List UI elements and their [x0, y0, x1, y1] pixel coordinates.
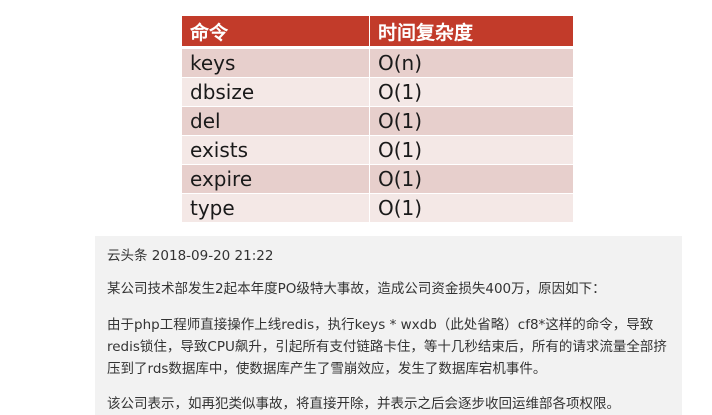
article-source: 云头条 — [107, 248, 148, 264]
command-cell: type — [181, 193, 370, 223]
command-cell: dbsize — [181, 77, 370, 107]
article-meta: 云头条 2018-09-20 21:22 — [107, 244, 273, 264]
complexity-cell: O(1) — [369, 77, 574, 107]
article-paragraph-3: 该公司表示，如再犯类似事故，将直接开除，并表示之后会逐步收回运维部各项权限。 — [107, 396, 620, 412]
article-paragraph-2: 由于php工程师直接操作上线redis，执行keys * wxdb（此处省略）c… — [107, 317, 667, 377]
news-article-excerpt: 云头条 2018-09-20 21:22 某公司技术部发生2起本年度PO级特大事… — [95, 236, 682, 415]
table-row: keys O(n) — [181, 47, 574, 78]
command-cell: expire — [181, 164, 370, 194]
command-cell: del — [181, 106, 370, 136]
command-cell: keys — [181, 47, 370, 78]
redis-command-complexity-table: 命令 时间复杂度 keys O(n) dbsize O(1) del O(1) … — [181, 15, 574, 223]
header-command: 命令 — [181, 15, 370, 49]
command-cell: exists — [181, 135, 370, 165]
table-header-row: 命令 时间复杂度 — [181, 15, 574, 49]
complexity-cell: O(1) — [369, 193, 574, 223]
article-paragraph-1: 某公司技术部发生2起本年度PO级特大事故，造成公司资金损失400万，原因如下： — [107, 281, 606, 297]
complexity-cell: O(1) — [369, 164, 574, 194]
table-row: type O(1) — [181, 193, 574, 223]
table-row: del O(1) — [181, 106, 574, 136]
table-row: dbsize O(1) — [181, 77, 574, 107]
header-time-complexity: 时间复杂度 — [369, 15, 574, 49]
article-datetime: 2018-09-20 21:22 — [151, 248, 274, 264]
slide-page: 命令 时间复杂度 keys O(n) dbsize O(1) del O(1) … — [0, 0, 712, 415]
complexity-cell: O(1) — [369, 135, 574, 165]
complexity-cell: O(1) — [369, 106, 574, 136]
table-row: exists O(1) — [181, 135, 574, 165]
complexity-cell: O(n) — [369, 47, 574, 78]
table-row: expire O(1) — [181, 164, 574, 194]
